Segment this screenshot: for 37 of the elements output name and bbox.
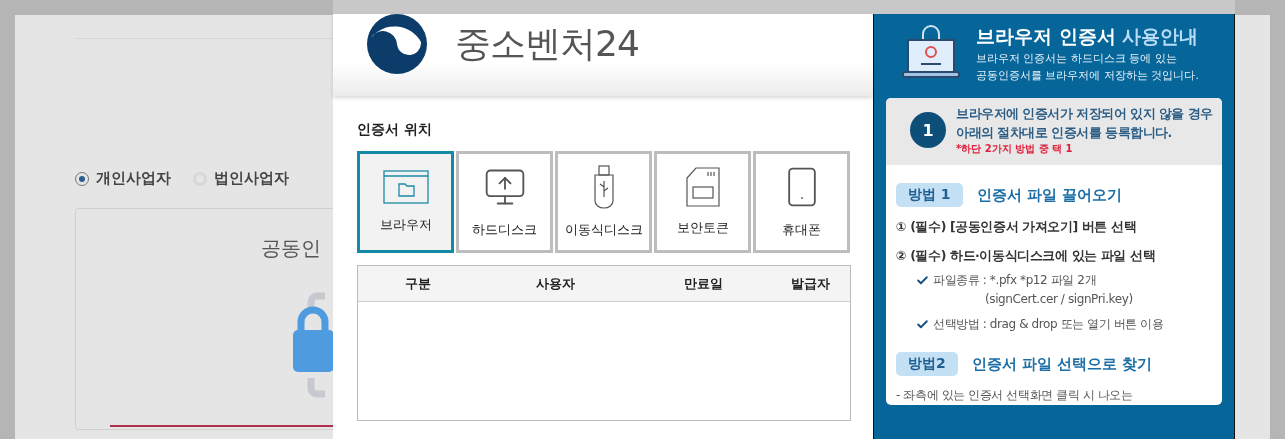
check-icon xyxy=(916,318,929,331)
section-label: 인증서 위치 xyxy=(357,121,433,139)
sd-card-icon xyxy=(685,167,720,207)
check-icon xyxy=(916,274,929,287)
method-badge: 방법2 xyxy=(896,352,958,376)
usb-drive-icon xyxy=(592,165,615,209)
step-text: 아래의 절차대로 인증서를 등록합니다. xyxy=(956,124,1173,142)
location-tab[interactable]: 휴대폰 xyxy=(753,151,850,253)
location-tab[interactable]: 보안토큰 xyxy=(654,151,751,253)
method-title: 인증서 파일 선택으로 찾기 xyxy=(971,354,1153,374)
card-title: 공동인 xyxy=(260,235,322,262)
method-step: 선택방법 : drag & drop 또는 열기 버튼 이용 xyxy=(933,315,1164,334)
method-step: - 좌측에 있는 인증서 선택화면 클릭 시 나오는 xyxy=(896,386,1133,405)
guide-subtitle: 브라우저 인증서는 하드디스크 등에 있는 xyxy=(976,51,1178,67)
method-step: ① (필수) [공동인증서 가져오기] 버튼 선택 xyxy=(896,217,1137,236)
radio-option[interactable]: 개인사업자 xyxy=(75,169,171,188)
step-number: 1 xyxy=(910,112,946,148)
step-note: *하단 2가지 방법 중 택 1 xyxy=(956,142,1074,156)
radio-option[interactable]: 법인사업자 xyxy=(193,169,289,188)
column-header: 발급자 xyxy=(790,274,831,293)
location-tab[interactable]: 하드디스크 xyxy=(456,151,553,253)
method-step: (signCert.cer / signPri.key) xyxy=(933,290,1133,309)
location-tab[interactable]: 브라우저 xyxy=(357,151,454,253)
method-step: ② (필수) 하드·이동식디스크에 있는 파일 선택 xyxy=(896,246,1156,265)
browser-window-icon xyxy=(382,170,429,204)
logo-text: 중소벤처24 xyxy=(455,21,639,66)
method-title: 인증서 파일 끌어오기 xyxy=(976,185,1123,205)
step-text: 브라우저에 인증서가 저장되어 있지 않을 경우 xyxy=(956,105,1213,123)
guide-subtitle: 공동인증서를 브라우저에 저장하는 것입니다. xyxy=(976,68,1199,84)
location-tab[interactable]: 이동식디스크 xyxy=(555,151,652,253)
column-header: 사용자 xyxy=(535,274,576,293)
padlock-icon xyxy=(293,292,333,398)
column-header: 구분 xyxy=(404,274,432,293)
method-step: 파일종류 : *.pfx *p12 파일 2개 xyxy=(933,271,1133,290)
guide-title: 브라우저 인증서 사용안내 xyxy=(976,24,1199,49)
column-header: 만료일 xyxy=(682,274,724,293)
method-badge: 방법 1 xyxy=(896,183,963,207)
